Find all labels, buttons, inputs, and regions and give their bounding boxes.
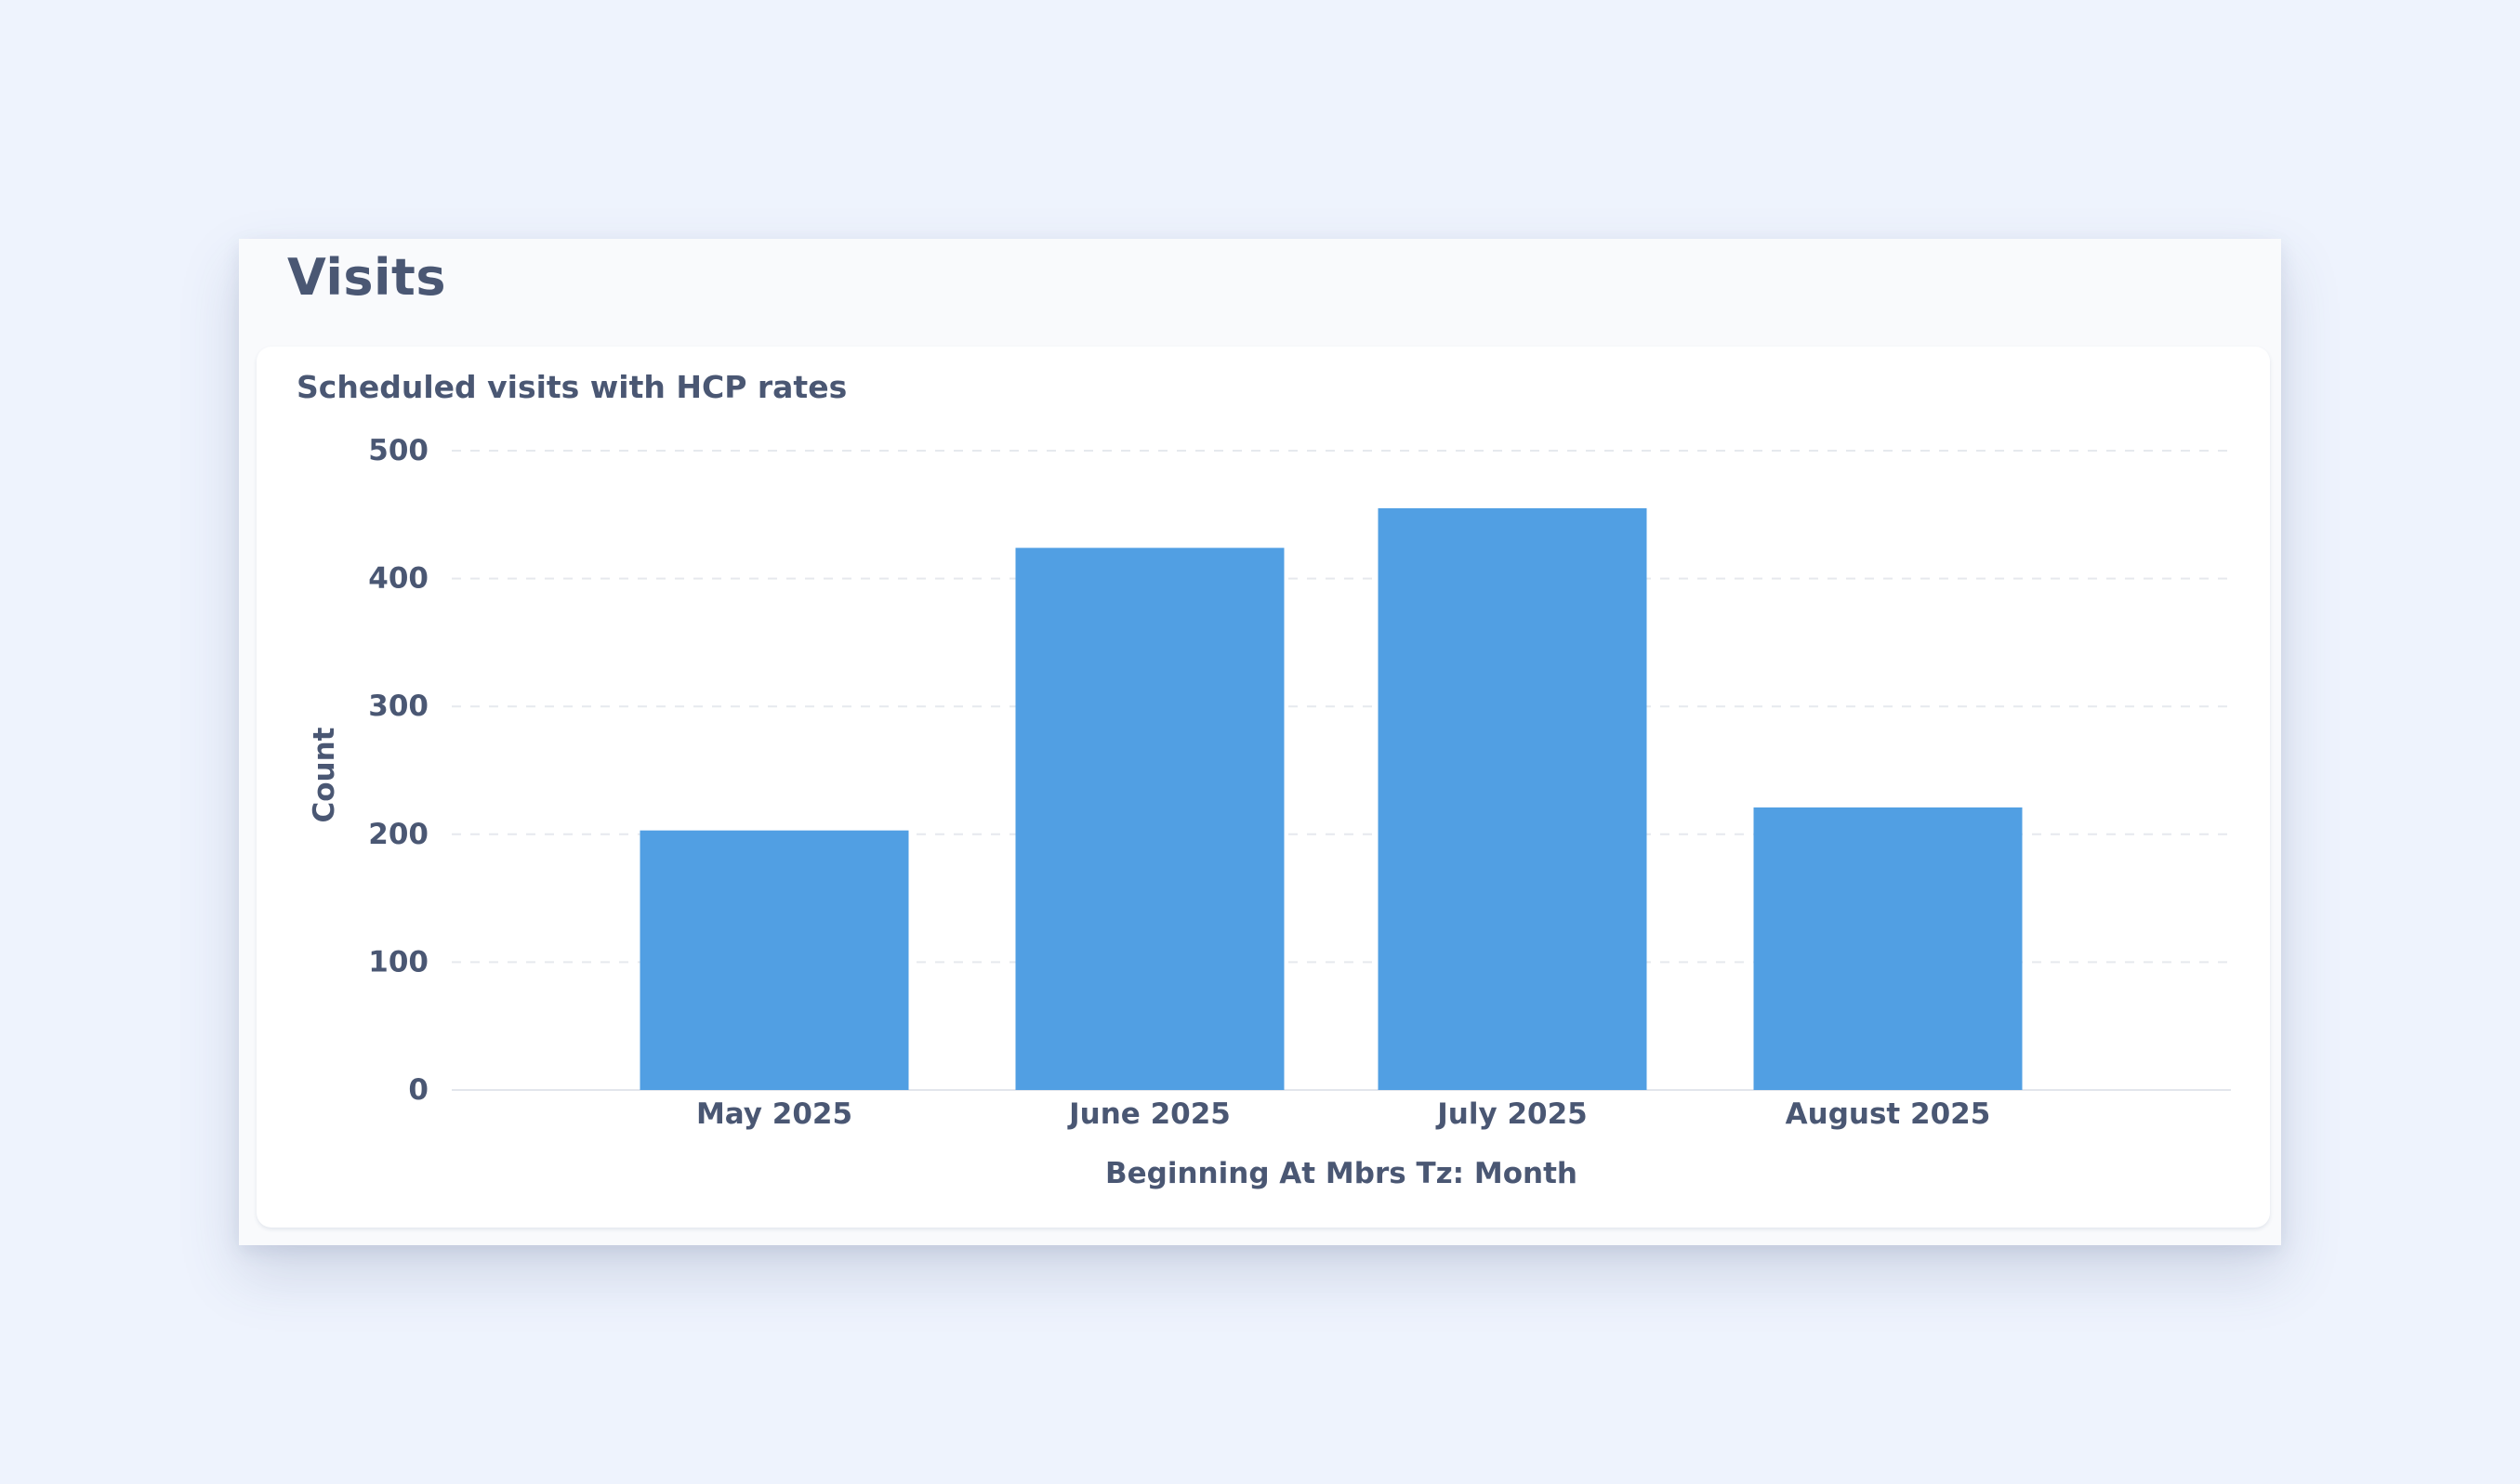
y-tick-label: 400 xyxy=(368,562,429,596)
x-axis-title: Beginning At Mbrs Tz: Month xyxy=(1105,1157,1577,1190)
y-tick-label: 0 xyxy=(408,1073,429,1107)
x-tick-label: July 2025 xyxy=(1435,1097,1588,1131)
page-title: Visits xyxy=(287,248,446,307)
y-tick-label: 200 xyxy=(368,818,429,851)
dashboard-window: Visits Scheduled visits with HCP rates 0… xyxy=(239,239,2281,1245)
bars xyxy=(640,507,2023,1090)
x-tick-label: June 2025 xyxy=(1067,1097,1231,1131)
y-axis-ticks: 0 100 200 300 400 500 xyxy=(368,434,429,1107)
bar[interactable] xyxy=(1015,547,1285,1090)
x-axis-ticks: May 2025 June 2025 July 2025 August 2025 xyxy=(696,1097,1990,1131)
x-tick-label: May 2025 xyxy=(696,1097,852,1131)
y-axis-title: Count xyxy=(308,727,341,822)
chart-card: Scheduled visits with HCP rates 0 100 200 3… xyxy=(257,347,2270,1228)
y-tick-label: 300 xyxy=(368,689,429,723)
x-tick-label: August 2025 xyxy=(1786,1097,1991,1131)
bar-chart: 0 100 200 300 400 500 May 2025 June 2025 July 2… xyxy=(308,434,2231,1190)
bar[interactable] xyxy=(1378,507,1647,1090)
bar[interactable] xyxy=(1753,807,2023,1090)
y-tick-label: 500 xyxy=(368,434,429,467)
bar[interactable] xyxy=(640,830,909,1090)
y-tick-label: 100 xyxy=(368,945,429,978)
